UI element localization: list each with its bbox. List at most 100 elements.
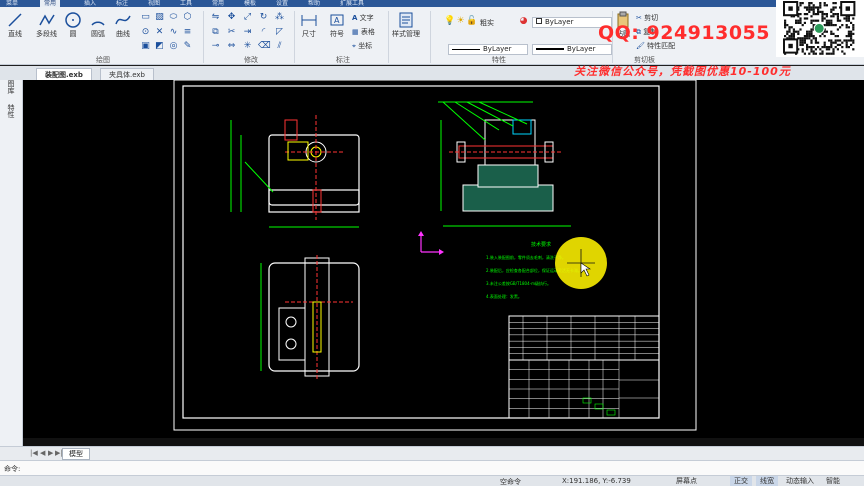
scale-icon[interactable]: ⤢ [242, 12, 253, 23]
menu-tab-file[interactable]: 菜单 [2, 0, 22, 7]
qr-module [806, 43, 809, 46]
hatch-icon[interactable]: ▨ [154, 12, 165, 23]
table-button[interactable]: ▦ 表格 [352, 27, 375, 37]
next-tab-icon[interactable]: ▶ [48, 449, 53, 457]
qr-module [810, 6, 813, 9]
offset-icon[interactable]: ⫽ [274, 41, 285, 52]
mirror-icon[interactable]: ⇋ [210, 12, 221, 23]
menu-tab-help[interactable]: 帮助 [304, 0, 324, 7]
lineweight-combo[interactable]: ByLayer [532, 44, 612, 55]
layer-name[interactable]: 粗实 [480, 18, 494, 28]
menu-tab-settings[interactable]: 设置 [272, 0, 292, 7]
point-icon[interactable]: ⊙ [140, 27, 151, 38]
trim-icon[interactable]: ✂ [226, 27, 237, 38]
qr-module [847, 26, 850, 29]
menu-tab-annotate[interactable]: 标注 [112, 0, 132, 7]
library-tab[interactable]: 图库 [6, 80, 16, 94]
qr-module [834, 2, 837, 5]
copy-icon[interactable]: ⧉ [210, 27, 221, 38]
sketch-icon[interactable]: ✎ [182, 41, 193, 52]
menu-tab-view[interactable]: 视图 [144, 0, 164, 7]
rotate-icon[interactable]: ↻ [258, 12, 269, 23]
qr-module [786, 30, 789, 33]
svg-text:A: A [334, 16, 340, 25]
snap-mode-button[interactable]: 屏幕点 [672, 476, 701, 486]
ortho-toggle[interactable]: 正交 [730, 476, 752, 486]
qr-module [830, 8, 833, 11]
circle-button[interactable]: 圆 [64, 11, 82, 39]
layer-lock-icon[interactable]: 🔓 [466, 16, 477, 27]
qr-module [852, 28, 855, 31]
chamfer-icon[interactable]: ◸ [274, 27, 285, 38]
qr-module [806, 46, 809, 49]
menu-tab-insert[interactable]: 插入 [80, 0, 100, 7]
qr-module [812, 46, 815, 49]
spline-icon[interactable]: ∿ [168, 27, 179, 38]
qr-module [834, 39, 837, 42]
menu-tab-common2[interactable]: 常用 [208, 0, 228, 7]
command-line[interactable]: 命令: [0, 460, 864, 475]
layer-sun-icon[interactable]: ☀ [455, 16, 466, 27]
polygon-icon[interactable]: ⬡ [182, 12, 193, 23]
extend-icon[interactable]: ⇥ [242, 27, 253, 38]
qr-module [806, 6, 809, 9]
qr-module [825, 24, 828, 27]
menu-tab-tools[interactable]: 工具 [176, 0, 196, 7]
centerline-icon[interactable]: ✕ [154, 27, 165, 38]
move-icon[interactable]: ✥ [226, 12, 237, 23]
first-tab-icon[interactable]: |◀ [30, 449, 38, 457]
menu-tab-common[interactable]: 常用 [40, 0, 61, 7]
stretch-icon[interactable]: ⇔ [226, 41, 237, 52]
qr-module [810, 30, 813, 33]
coordinate-button[interactable]: ⌖ 坐标 [352, 41, 372, 51]
qr-module [841, 46, 844, 49]
menu-tab-template[interactable]: 模板 [240, 0, 260, 7]
qr-module [832, 32, 835, 35]
offset-line-icon[interactable]: ≡ [182, 27, 193, 38]
qr-module [830, 32, 833, 35]
color-wheel-icon[interactable]: ◕ [518, 16, 529, 27]
qr-module [799, 19, 802, 22]
drawing-canvas[interactable]: 技术要求 1.装入装配图前，零件须去毛刺，清洗干净。 2.装配后，应检查各配合部… [23, 80, 864, 446]
properties-tab[interactable]: 特性 [6, 104, 16, 118]
array-icon[interactable]: ⁂ [274, 12, 285, 23]
symbol-button[interactable]: A 符号 [328, 11, 346, 39]
qr-module [852, 48, 855, 51]
style-manager-button[interactable]: 样式管理 [392, 11, 420, 39]
explode-icon[interactable]: ✳ [242, 41, 253, 52]
qr-module [830, 43, 833, 46]
break-icon[interactable]: ⊸ [210, 41, 221, 52]
line-button[interactable]: 直线 [6, 11, 24, 39]
ellipse-icon[interactable]: ⬭ [168, 12, 179, 23]
qr-module [812, 4, 815, 7]
prev-tab-icon[interactable]: ◀ [40, 449, 45, 457]
qr-module [836, 48, 839, 51]
layer-bulb-icon[interactable]: 💡 [444, 16, 455, 27]
region-icon[interactable]: ◩ [154, 41, 165, 52]
linetype-combo[interactable]: ByLayer [448, 44, 528, 55]
rectangle-icon[interactable]: ▭ [140, 12, 151, 23]
dynamic-input-toggle[interactable]: 动态输入 [782, 476, 818, 486]
qr-module [852, 24, 855, 27]
qr-module [823, 4, 826, 7]
curve-button[interactable]: 曲线 [114, 11, 132, 39]
qr-module [797, 21, 800, 24]
text-button[interactable]: A 文字 [352, 13, 374, 23]
delete-icon[interactable]: ⌫ [258, 41, 271, 52]
hole-icon[interactable]: ◎ [168, 41, 179, 52]
promo-banner: 关注微信公众号，凭截图优惠10-100元 [574, 65, 791, 78]
arc-button[interactable]: 圆弧 [89, 11, 107, 39]
block-icon[interactable]: ▣ [140, 41, 151, 52]
fillet-icon[interactable]: ◜ [258, 27, 269, 38]
dimension-button[interactable]: 尺寸 [300, 11, 318, 39]
model-tab[interactable]: 模型 [62, 448, 90, 460]
coordinate-icon: ⌖ [352, 42, 356, 50]
doc-tab-fixture-body[interactable]: 夹具体.exb [100, 68, 154, 80]
polyline-button[interactable]: 多段线 [36, 11, 57, 39]
dimension-icon [300, 11, 318, 29]
doc-tab-assembly[interactable]: 装配图.exb [36, 68, 92, 80]
menu-tab-extensions[interactable]: 扩展工具 [336, 0, 368, 7]
smart-toggle[interactable]: 智能 [822, 476, 844, 486]
linewidth-toggle[interactable]: 线宽 [756, 476, 778, 486]
qr-module [836, 39, 839, 42]
